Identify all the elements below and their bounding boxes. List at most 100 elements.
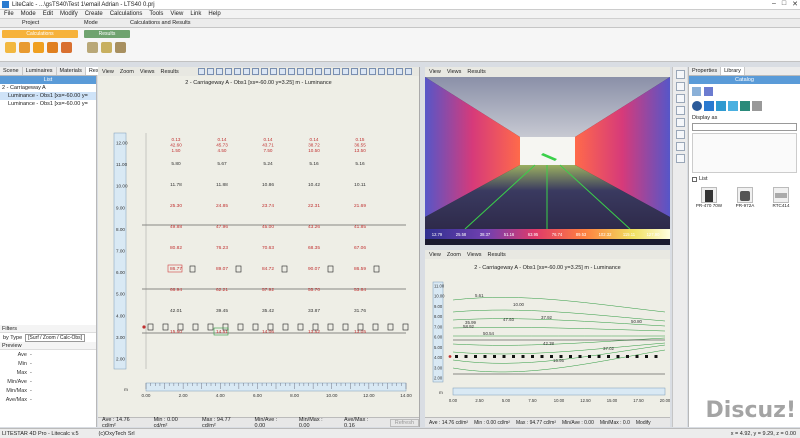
catalog-filter-c-icon[interactable]	[716, 101, 726, 111]
mid-menu-results[interactable]: Results	[160, 69, 178, 75]
menu-create[interactable]: Create	[85, 11, 103, 17]
results-report-icon[interactable]	[87, 42, 98, 53]
tab-properties[interactable]: Properties	[689, 67, 722, 75]
calc-grid-icon[interactable]	[5, 42, 16, 53]
luminaire-marker[interactable]	[189, 265, 196, 273]
luminaire-marker[interactable]	[493, 355, 496, 358]
luminaire-marker[interactable]	[455, 355, 458, 358]
luminaire-marker[interactable]	[282, 323, 289, 331]
luminaire-marker[interactable]	[540, 355, 544, 358]
luminaire-marker[interactable]	[192, 323, 199, 331]
catalog-filter-d-icon[interactable]	[728, 101, 738, 111]
luminaire-marker[interactable]	[387, 323, 394, 331]
menu-help[interactable]: Help	[208, 11, 220, 17]
render-menu-views[interactable]: Views	[447, 69, 462, 75]
luminaire-marker[interactable]	[327, 265, 334, 273]
tab-luminaires[interactable]: Luminaires	[23, 67, 57, 75]
grid-tool-icon[interactable]	[306, 68, 313, 75]
grid-tool-icon[interactable]	[324, 68, 331, 75]
luminaire-marker[interactable]	[297, 323, 304, 331]
catalog-db-icon[interactable]	[704, 87, 713, 96]
luminance-grid-plot[interactable]: 12.00 11.00 10.00 9.00 8.00 7.00 6.00 5.00 4.00 3…	[98, 89, 420, 415]
view-tool-8-icon[interactable]	[676, 154, 685, 163]
tab-materials[interactable]: Materials	[57, 67, 86, 75]
calc-point-icon[interactable]	[19, 42, 30, 53]
luminaire-marker[interactable]	[372, 323, 379, 331]
catalog-tree[interactable]	[692, 133, 797, 173]
luminaire-marker[interactable]	[464, 355, 468, 358]
grid-tool-icon[interactable]	[405, 68, 412, 75]
grid-tool-icon[interactable]	[396, 68, 403, 75]
luminaire-marker[interactable]	[342, 323, 349, 331]
grid-tool-icon[interactable]	[342, 68, 349, 75]
tab-library[interactable]: Library	[721, 67, 745, 75]
calc-settings-icon[interactable]	[47, 42, 58, 53]
luminaire-marker[interactable]	[327, 323, 334, 331]
menu-link[interactable]: Link	[190, 11, 201, 17]
grid-tool-icon[interactable]	[252, 68, 259, 75]
view-tool-6-icon[interactable]	[676, 130, 685, 139]
luminaire-marker[interactable]	[502, 355, 506, 358]
mid-menu-views[interactable]: Views	[140, 69, 155, 75]
luminaire-marker[interactable]	[645, 355, 648, 358]
render-menu-results[interactable]: Results	[467, 69, 485, 75]
ribbon-tab-project[interactable]: Project	[22, 20, 39, 26]
catalog-3d-icon[interactable]	[692, 87, 701, 96]
menu-edit[interactable]: Edit	[43, 11, 53, 17]
grid-tool-icon[interactable]	[315, 68, 322, 75]
luminaire-marker[interactable]	[252, 323, 259, 331]
menu-calculations[interactable]: Calculations	[110, 11, 143, 17]
filter-type-select[interactable]: [Surf / Zoom / Calc-Obs]	[25, 333, 86, 342]
grid-tool-icon[interactable]	[378, 68, 385, 75]
menu-tools[interactable]: Tools	[149, 11, 163, 17]
catalog-item[interactable]: RTC414	[766, 187, 796, 208]
catalog-filter-a-icon[interactable]	[692, 101, 702, 111]
luminaire-marker[interactable]	[474, 355, 477, 358]
catalog-filter-e-icon[interactable]	[740, 101, 750, 111]
view-tool-7-icon[interactable]	[676, 142, 685, 151]
luminaire-marker[interactable]	[654, 355, 658, 358]
view-tool-4-icon[interactable]	[676, 106, 685, 115]
luminaire-marker[interactable]	[588, 355, 591, 358]
grid-tool-icon[interactable]	[243, 68, 250, 75]
grid-tool-icon[interactable]	[207, 68, 214, 75]
display-as-select[interactable]	[692, 123, 797, 131]
grid-tool-icon[interactable]	[216, 68, 223, 75]
luminaire-marker[interactable]	[147, 323, 154, 331]
observer-marker[interactable]	[142, 325, 146, 329]
luminaire-marker[interactable]	[626, 355, 629, 358]
results-view-icon[interactable]	[101, 42, 112, 53]
lum-menu-results[interactable]: Results	[487, 252, 505, 258]
luminaire-marker[interactable]	[559, 355, 563, 358]
catalog-filter-f-icon[interactable]	[752, 101, 762, 111]
mid-menu-view[interactable]: View	[102, 69, 114, 75]
luminaire-marker[interactable]	[235, 265, 242, 273]
results-export-icon[interactable]	[115, 42, 126, 53]
luminaire-marker[interactable]	[521, 355, 525, 358]
menu-modify[interactable]: Modify	[60, 11, 78, 17]
view-tool-3-icon[interactable]	[676, 94, 685, 103]
luminaire-marker[interactable]	[607, 355, 610, 358]
lum-menu-views[interactable]: Views	[467, 252, 482, 258]
lum-menu-zoom[interactable]: Zoom	[447, 252, 461, 258]
luminaire-marker[interactable]	[483, 355, 487, 358]
grid-tool-icon[interactable]	[351, 68, 358, 75]
luminaire-marker[interactable]	[281, 265, 288, 273]
menu-view[interactable]: View	[170, 11, 183, 17]
luminaire-marker[interactable]	[402, 323, 409, 331]
luminaire-marker[interactable]	[569, 355, 572, 358]
tab-scene[interactable]: Scene	[0, 67, 23, 75]
luminaire-marker[interactable]	[635, 355, 639, 358]
grid-tool-icon[interactable]	[333, 68, 340, 75]
luminaire-marker[interactable]	[207, 323, 214, 331]
grid-tool-icon[interactable]	[288, 68, 295, 75]
luminaire-marker[interactable]	[373, 265, 380, 273]
lum-modify-button[interactable]: Modify	[636, 420, 651, 426]
minimize-button[interactable]: –	[772, 0, 776, 8]
observer-marker[interactable]	[448, 355, 452, 358]
ribbon-tab-calculations[interactable]: Calculations and Results	[130, 20, 191, 26]
catalog-item[interactable]: PR-972A	[730, 187, 760, 208]
view-tool-2-icon[interactable]	[676, 82, 685, 91]
calc-run-icon[interactable]	[33, 42, 44, 53]
menu-mode[interactable]: Mode	[21, 11, 36, 17]
